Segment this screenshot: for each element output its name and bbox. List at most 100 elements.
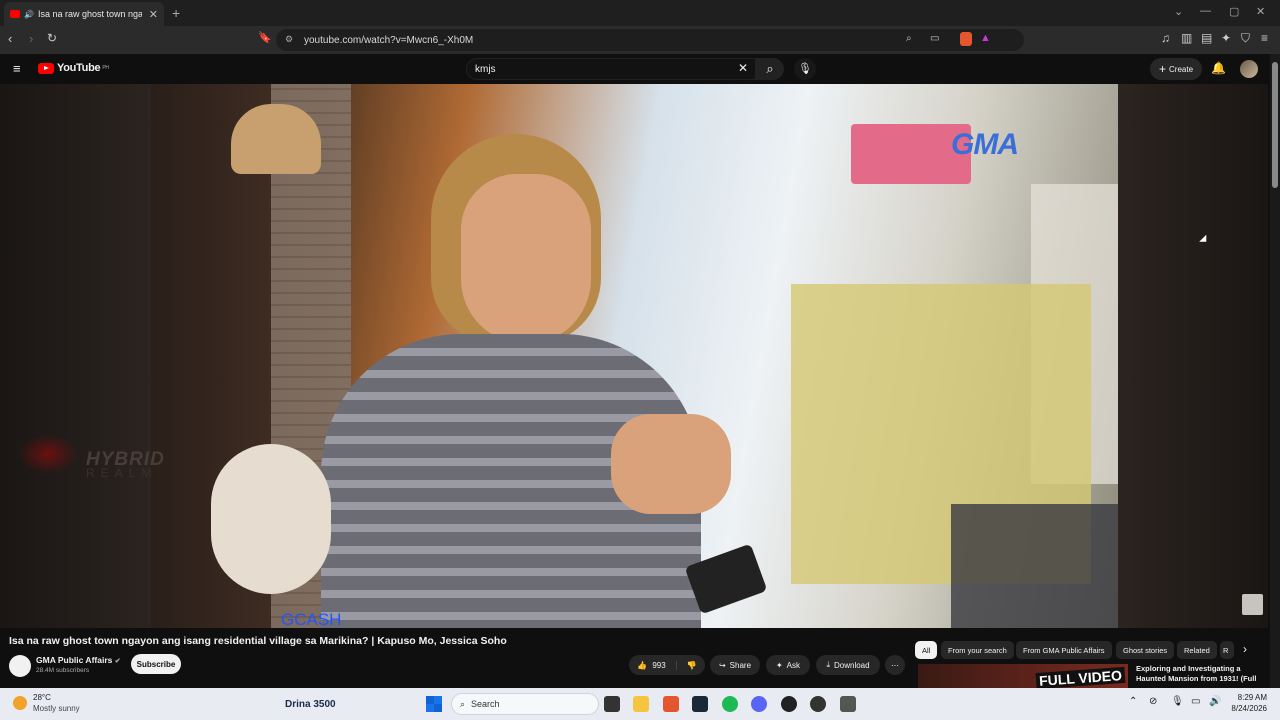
clock-date[interactable]: 8/24/2026 [1225, 704, 1267, 713]
microphone-icon[interactable]: 🎙 [1171, 696, 1184, 707]
weather-icon[interactable] [13, 696, 27, 710]
thumbs-up-icon: 👍 [637, 660, 648, 670]
weather-desc[interactable]: Mostly sunny [33, 704, 80, 713]
task-view-icon[interactable] [604, 696, 620, 712]
zoom-icon[interactable]: ⌕ [906, 33, 912, 44]
clear-search-icon[interactable]: ✕ [738, 61, 748, 75]
share-icon: ↪ [718, 660, 726, 670]
back-arrow-icon[interactable]: ‹ [8, 31, 12, 46]
file-explorer-icon[interactable] [633, 696, 649, 712]
channel-name[interactable]: GMA Public Affairs ✔ [36, 655, 121, 665]
share-label: Share [729, 660, 752, 670]
app-icon[interactable] [781, 696, 797, 712]
brave-browser-icon[interactable] [663, 696, 679, 712]
promo-text[interactable]: Drina 3500 [285, 699, 336, 710]
weather-temp[interactable]: 28°C [33, 693, 51, 702]
maximize-icon[interactable]: ▢ [1229, 5, 1239, 18]
video-pillarbox-left [0, 84, 151, 628]
dislike-button-icon[interactable]: 👎 [677, 661, 697, 670]
tray-overflow-icon[interactable]: ⌃ [1129, 696, 1137, 707]
subscriber-count: 28.4M subscribers [36, 667, 90, 674]
download-button[interactable]: ⤓ Download [816, 655, 880, 675]
plus-icon: + [1158, 62, 1166, 76]
subscribe-button[interactable]: Subscribe [131, 654, 181, 674]
chip-all[interactable]: All [915, 641, 938, 659]
scene-clothes-pile [951, 504, 1118, 628]
like-button[interactable]: 👍 993 [637, 660, 677, 670]
video-player[interactable]: GMA GCASH HYBRID REALM [0, 84, 1268, 628]
site-info-icon[interactable]: ⚙ [285, 34, 293, 45]
reload-icon[interactable]: ↻ [47, 31, 57, 45]
brave-rewards-icon[interactable]: ▲ [980, 32, 991, 44]
taskbar-search-placeholder: Search [471, 699, 500, 709]
chip-from-your-search[interactable]: From your search [941, 641, 1014, 659]
guide-menu-icon[interactable]: ≡ [13, 61, 21, 76]
chip-truncated[interactable]: R [1220, 641, 1234, 659]
media-icon[interactable]: ♫ [1161, 31, 1170, 45]
audio-icon[interactable]: 🔊 [24, 10, 34, 19]
scene-hand [611, 414, 731, 514]
forward-arrow-icon[interactable]: › [29, 31, 33, 46]
cast-icon[interactable]: ▭ [930, 33, 939, 44]
tab-close-icon[interactable]: ✕ [149, 8, 158, 21]
create-button[interactable]: + Create [1150, 58, 1202, 80]
notifications-bell-icon[interactable]: 🔔 [1211, 61, 1226, 75]
video-frame[interactable]: GMA GCASH [151, 84, 1118, 628]
address-bar[interactable]: ⚙ youtube.com/watch?v=Mwcn6_-Xh0M ⌕ ▭ ▲ [276, 29, 1024, 51]
logo-region: PH [102, 65, 109, 71]
windows-start-icon[interactable] [426, 696, 442, 712]
menu-icon[interactable]: ≡ [1261, 31, 1268, 45]
search-input[interactable]: kmjs [466, 58, 756, 80]
network-off-icon[interactable]: ⊘ [1149, 696, 1157, 707]
create-label: Create [1169, 64, 1194, 74]
page-scrollbar[interactable] [1270, 54, 1280, 688]
new-tab-button[interactable]: + [172, 5, 180, 21]
minimize-icon[interactable]: — [1200, 5, 1211, 17]
overlay-brand-bottom: REALM [86, 466, 158, 480]
avatar[interactable] [1240, 60, 1258, 78]
channel-branding-icon[interactable] [1242, 594, 1263, 615]
chip-from-gma[interactable]: From GMA Public Affairs [1016, 641, 1112, 659]
clock-time[interactable]: 8:29 AM [1229, 693, 1267, 702]
brave-shield-icon[interactable] [960, 32, 972, 46]
wallet-icon[interactable]: ▤ [1201, 31, 1212, 45]
discord-icon[interactable] [751, 696, 767, 712]
ask-button[interactable]: ✦ Ask [766, 655, 810, 675]
search-icon: ⌕ [460, 698, 466, 709]
spotify-icon[interactable] [722, 696, 738, 712]
display-icon[interactable]: ▭ [1191, 696, 1200, 707]
scrollbar-thumb[interactable] [1272, 62, 1278, 188]
chatgpt-icon[interactable] [810, 696, 826, 712]
tab-search-chevron-icon[interactable]: ⌄ [1174, 5, 1183, 18]
recommendation-thumbnail[interactable]: FULL VIDEO [918, 664, 1128, 688]
url-text: youtube.com/watch?v=Mwcn6_-Xh0M [304, 34, 474, 46]
chip-ghost-stories[interactable]: Ghost stories [1116, 641, 1175, 659]
voice-search-icon[interactable]: 🎙 [794, 58, 816, 80]
recommendation-title[interactable]: Exploring and Investigating a Haunted Ma… [1136, 664, 1266, 688]
steam-icon[interactable] [692, 696, 708, 712]
chips-next-icon[interactable]: › [1243, 642, 1247, 656]
channel-watermark: GMA [951, 128, 1019, 161]
share-button[interactable]: ↪ Share [710, 655, 760, 675]
vpn-icon[interactable]: ⛉ [1241, 31, 1250, 46]
tab-title: Isa na raw ghost town ngayon [37, 9, 142, 19]
leo-ai-icon[interactable]: ✦ [1221, 31, 1231, 45]
browser-tab-strip: 🔊 Isa na raw ghost town ngayon ✕ + ⌄ — ▢… [0, 0, 1280, 26]
bookmark-icon[interactable]: 🔖 [258, 31, 272, 44]
verified-badge-icon: ✔ [114, 658, 121, 665]
sparkle-icon: ✦ [775, 660, 783, 670]
chip-related[interactable]: Related [1177, 641, 1217, 659]
search-value: kmjs [475, 64, 496, 75]
sidebar-icon[interactable]: ▥ [1181, 31, 1192, 45]
window-close-icon[interactable]: ✕ [1256, 5, 1265, 18]
youtube-logo[interactable]: YouTube PH [38, 62, 109, 74]
taskbar-app-icon[interactable] [840, 696, 856, 712]
more-actions-icon[interactable]: ⋯ [885, 655, 905, 675]
taskbar-search-input[interactable]: ⌕ Search [451, 693, 599, 715]
browser-tab[interactable]: 🔊 Isa na raw ghost town ngayon ✕ [4, 2, 164, 26]
youtube-header: ≡ YouTube PH kmjs ✕ ⌕ 🎙 + Create 🔔 [0, 54, 1280, 84]
search-button-icon[interactable]: ⌕ [756, 58, 784, 80]
volume-icon[interactable]: 🔊 [1209, 696, 1221, 707]
channel-avatar[interactable] [9, 655, 31, 677]
channel-name-text: GMA Public Affairs [36, 655, 113, 665]
